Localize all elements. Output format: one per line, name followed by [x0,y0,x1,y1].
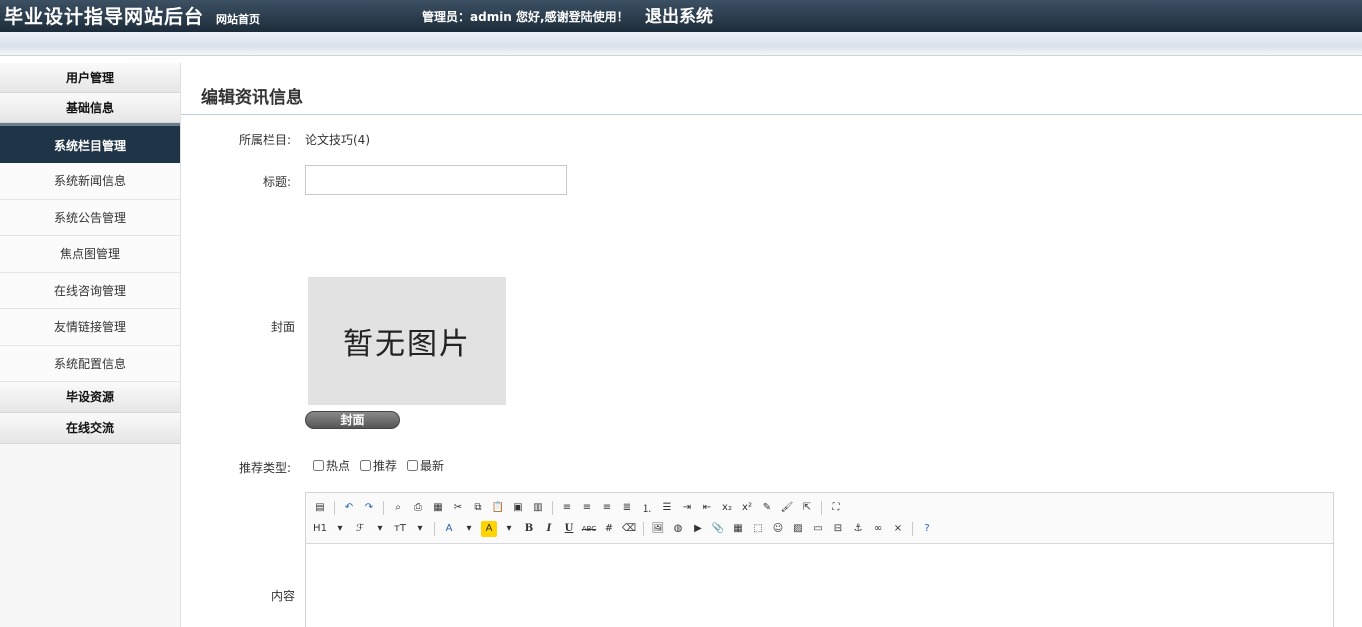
font-size-dropdown[interactable]: тT [392,521,408,537]
italic-button[interactable]: I [541,521,557,537]
attachment-icon[interactable]: 📎 [710,521,726,537]
cut-icon[interactable]: ✂ [450,500,466,516]
clear-format-icon[interactable]: ✎ [759,500,775,516]
font-size-chevron-icon: ▾ [417,523,423,534]
help-icon[interactable]: ? [919,521,935,537]
editor-content-area[interactable] [306,544,1333,627]
site-title: 毕业设计指导网站后台 [4,6,205,28]
font-family-dropdown[interactable]: ℱ [352,521,368,537]
recommend-checkbox[interactable] [360,460,372,471]
main-content: 编辑资讯信息 所属栏目: 论文技巧(4) 标题: 封面 暂无图片 封面 推荐类型… [181,63,1362,627]
sidebar-item-friend-links[interactable]: 友情链接管理 [0,309,180,346]
background-color-chevron-icon: ▾ [506,523,512,534]
sidebar-item-announcements[interactable]: 系统公告管理 [0,199,180,236]
insert-image-icon[interactable]: 🖼 [650,521,666,537]
paste-text-icon[interactable]: ▣ [510,500,526,516]
sidebar-item-system-config[interactable]: 系统配置信息 [0,345,180,382]
outdent-icon[interactable]: ⇤ [699,500,715,516]
editor-toolbar: ▤ ↶ ↷ ⌕ ⎙ ▦ ✂ ⧉ 📋 ▣ ▥ ≡ ≡ ≡ ≣ ⒈ ☰ ⇥ ⇤ x₂… [306,493,1333,544]
format-brush-icon[interactable]: 🖌 [779,500,795,516]
title-divider [181,114,1362,115]
subscript-icon[interactable]: x₂ [719,500,735,516]
heading-dropdown[interactable]: H1 [312,521,328,537]
table-border-icon[interactable]: # [601,521,617,537]
print-icon[interactable]: ⎙ [410,500,426,516]
content-label: 内容 [270,589,295,603]
heading-chevron-icon: ▾ [337,523,343,534]
emoticon-icon[interactable]: ☺ [770,521,786,537]
cover-upload-button[interactable]: 封面 [305,411,400,429]
ordered-list-icon[interactable]: ⒈ [639,500,655,516]
logout-link[interactable]: 退出系统 [645,2,713,27]
home-link[interactable]: 网站首页 [216,11,260,27]
sidebar-online-chat[interactable]: 在线交流 [0,413,180,444]
sidebar-item-column-management[interactable]: 系统栏目管理 [0,123,180,163]
align-right-icon[interactable]: ≡ [599,500,615,516]
sidebar-item-focus-images[interactable]: 焦点图管理 [0,236,180,273]
fullscreen-icon[interactable]: ⛶ [828,500,844,516]
underline-button[interactable]: U [561,521,577,537]
welcome-text: 管理员：admin 您好,感谢登陆使用！ [422,10,629,24]
recommend-type-label: 推荐类型: [238,461,291,475]
bold-button[interactable]: B [521,521,537,537]
page-break-icon[interactable]: ⊟ [830,521,846,537]
template-icon[interactable]: ▦ [430,500,446,516]
unlink-icon[interactable]: ⨯ [890,521,906,537]
indent-icon[interactable]: ⇥ [679,500,695,516]
strikethrough-button[interactable]: ABC [581,521,597,537]
insert-frame-icon[interactable]: ▭ [810,521,826,537]
font-family-chevron-icon: ▾ [377,523,383,534]
select-all-icon[interactable]: ⇱ [799,500,815,516]
hot-checkbox[interactable] [313,460,324,471]
recommend-checkbox-option[interactable]: 推荐 [360,457,397,474]
insert-media-icon[interactable]: ▶ [690,521,706,537]
font-color-button[interactable]: A [441,521,457,537]
unordered-list-icon[interactable]: ☰ [659,500,675,516]
sidebar-user-management[interactable]: 用户管理 [0,63,180,93]
sidebar-item-consultation[interactable]: 在线咨询管理 [0,272,180,309]
background-color-button[interactable]: A [481,520,497,537]
recommend-type-options: 热点 推荐 最新 [313,457,444,474]
cover-label: 封面 [270,320,295,334]
title-input[interactable] [305,165,567,195]
paste-icon[interactable]: 📋 [490,500,506,516]
top-header: 毕业设计指导网站后台 网站首页 管理员：admin 您好,感谢登陆使用！ 退出系… [0,0,1362,32]
paste-word-icon[interactable]: ▥ [530,500,546,516]
column-value: 论文技巧(4) [305,133,370,147]
insert-flash-icon[interactable]: ◍ [670,521,686,537]
insert-picture-icon[interactable]: ▨ [790,521,806,537]
insert-code-icon[interactable]: ⬚ [750,521,766,537]
align-justify-icon[interactable]: ≣ [619,500,635,516]
align-center-icon[interactable]: ≡ [579,500,595,516]
redo-icon[interactable]: ↷ [361,500,377,516]
rich-text-editor: ▤ ↶ ↷ ⌕ ⎙ ▦ ✂ ⧉ 📋 ▣ ▥ ≡ ≡ ≡ ≣ ⒈ ☰ ⇥ ⇤ x₂… [305,492,1334,627]
copy-icon[interactable]: ⧉ [470,500,486,516]
cover-image-placeholder: 暂无图片 [308,277,506,405]
sub-header-bar [0,32,1362,56]
align-left-icon[interactable]: ≡ [559,500,575,516]
column-label: 所属栏目: [238,133,291,147]
font-color-chevron-icon: ▾ [466,523,472,534]
preview-icon[interactable]: ⌕ [390,500,406,516]
sidebar-basic-info[interactable]: 基础信息 [0,93,180,123]
eraser-icon[interactable]: ⌫ [621,521,637,537]
insert-table-icon[interactable]: ▦ [730,521,746,537]
sidebar-resources[interactable]: 毕设资源 [0,382,180,413]
hot-checkbox-option[interactable]: 热点 [313,457,350,474]
newest-checkbox[interactable] [407,460,419,471]
cover-placeholder-text: 暂无图片 [343,327,471,362]
link-icon[interactable]: ∞ [870,521,886,537]
source-code-icon[interactable]: ▤ [312,500,328,516]
superscript-icon[interactable]: x² [739,500,755,516]
page-title: 编辑资讯信息 [201,88,303,108]
sidebar: 用户管理 基础信息 系统栏目管理 系统新闻信息 系统公告管理 焦点图管理 在线咨… [0,63,181,627]
anchor-icon[interactable]: ⚓ [850,521,866,537]
newest-checkbox-option[interactable]: 最新 [407,457,444,474]
sidebar-item-news[interactable]: 系统新闻信息 [0,163,180,200]
title-label: 标题: [262,175,291,189]
undo-icon[interactable]: ↶ [341,500,357,516]
